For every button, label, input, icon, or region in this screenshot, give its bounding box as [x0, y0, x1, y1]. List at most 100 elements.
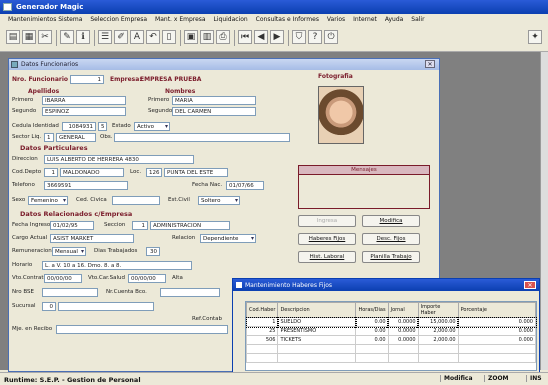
menu-varios[interactable]: Varios [327, 16, 345, 23]
nombre-primero-field[interactable]: MARIA [172, 96, 256, 105]
haberes-fijos-button[interactable]: Haberes Fijos [298, 233, 356, 245]
remuneracion-dropdown[interactable]: Mensual [52, 247, 86, 256]
cell-cod: 25 [245, 326, 279, 336]
apellido-segundo-field[interactable]: ESPINOZ [42, 107, 126, 116]
sexo-label: Sexo [12, 197, 26, 203]
relacion-label: Relacion [172, 235, 196, 241]
dias-trabajados-field[interactable]: 30 [146, 247, 160, 256]
info-icon[interactable]: ℹ [76, 30, 90, 44]
col-cod-haber[interactable]: Cod.Haber [245, 302, 279, 318]
col-porcentaje[interactable]: Porcentaje [457, 302, 537, 318]
localidad-code-field[interactable]: 126 [146, 168, 162, 177]
col-horas-dias[interactable]: Horas/Dias [355, 302, 389, 318]
table-icon[interactable]: ▥ [200, 30, 214, 44]
table-row[interactable]: 25 PRESENTISMO 0.00 0.0000 2,000.00 0.00… [245, 326, 537, 336]
cell-importe: 2,000.00 [417, 326, 459, 336]
nombre-segundo-field[interactable]: DEL CARMEN [172, 107, 256, 116]
side-scrollbar[interactable] [540, 52, 548, 370]
ingresa-button[interactable]: Ingresa [298, 215, 356, 227]
mje-recibo-field[interactable] [56, 325, 228, 334]
list-icon[interactable]: ☰ [98, 30, 112, 44]
menu-ayuda[interactable]: Ayuda [385, 16, 404, 23]
seccion-field[interactable]: ADMINISTRACION [150, 221, 230, 230]
direccion-field[interactable]: LUIS ALBERTO DE HERRERA 4830 [44, 155, 194, 164]
estado-dropdown[interactable]: Activo [134, 122, 170, 131]
table-row[interactable]: 1 SUELDO 0.00 0.0000 15,000.00 0.000 [245, 316, 537, 328]
menu-mant-empresa[interactable]: Mant. x Empresa [155, 16, 206, 23]
obs-field[interactable] [114, 133, 290, 142]
close-icon[interactable]: ✕ [425, 60, 435, 68]
pencil-icon[interactable]: ✐ [114, 30, 128, 44]
haberes-grid[interactable]: Cod.Haber Descripcion Horas/Dias Jornal … [245, 301, 537, 371]
sector-field[interactable]: GENERAL [56, 133, 96, 142]
table-row[interactable]: 506 TICKETS 0.00 0.0000 2,000.00 0.000 [245, 335, 537, 345]
undo-icon[interactable]: ↶ [146, 30, 160, 44]
vto-contrato-field[interactable]: 00/00/00 [44, 274, 82, 283]
shield-icon[interactable]: ⛉ [292, 30, 306, 44]
sucursal-field[interactable]: 0 [42, 302, 56, 311]
cell-horas: 0.00 [355, 335, 389, 345]
nro-bse-field[interactable] [42, 288, 98, 297]
save-icon[interactable]: ▤ [6, 30, 20, 44]
menu-liquidacion[interactable]: Liquidacion [214, 16, 248, 23]
modifica-button[interactable]: Modifica [362, 215, 420, 227]
text-icon[interactable]: A [130, 30, 144, 44]
cargo-field[interactable]: ASIST MARKET [50, 234, 134, 243]
document-icon[interactable]: ▯ [162, 30, 176, 44]
table-row[interactable] [245, 344, 537, 354]
fecha-ingreso-field[interactable]: 01/02/95 [50, 221, 94, 230]
localidad-field[interactable]: PUNTA DEL ESTE [164, 168, 228, 177]
mensajes-title: Mensajes [299, 166, 429, 175]
estado-label: Estado [112, 123, 131, 129]
desc-fijos-button[interactable]: Desc. Fijos [362, 233, 420, 245]
horario-field[interactable]: L. a V. 10 a 16. Dmo. 8. a 8. [42, 261, 192, 270]
exit-icon[interactable]: ⏻ [324, 30, 338, 44]
print-icon[interactable]: ⎙ [216, 30, 230, 44]
sucursal-name-field[interactable] [58, 302, 154, 311]
relacion-dropdown[interactable]: Dependiente [200, 234, 256, 243]
vto-salud-field[interactable]: 00/00/00 [128, 274, 166, 283]
col-importe-haber[interactable]: Importe Haber [417, 302, 459, 318]
cut-icon[interactable]: ✂ [38, 30, 52, 44]
menu-internet[interactable]: Internet [353, 16, 377, 23]
nro-cuenta-field[interactable] [160, 288, 220, 297]
nro-funcionario-field[interactable]: 1 [70, 75, 104, 84]
remuneracion-label: Remuneracion [12, 248, 52, 254]
menu-seleccion-empresa[interactable]: Seleccion Empresa [90, 16, 147, 23]
telefono-field[interactable]: 3669591 [44, 181, 128, 190]
sector-code-field[interactable]: 1 [44, 133, 54, 142]
image-icon[interactable]: ▣ [184, 30, 198, 44]
sexo-dropdown[interactable]: Femenino [28, 196, 68, 205]
first-record-icon[interactable]: ⏮ [238, 30, 252, 44]
coddepto-field[interactable]: MALDONADO [60, 168, 124, 177]
menu-mantenimientos[interactable]: Mantenimientos Sistema [8, 16, 82, 23]
menu-salir[interactable]: Salir [411, 16, 424, 23]
col-descripcion[interactable]: Descripcion [277, 302, 357, 318]
ced-civica-field[interactable] [112, 196, 160, 205]
edit-icon[interactable]: ✎ [60, 30, 74, 44]
empresa-label: Empresa: [110, 76, 142, 83]
planilla-trabajo-button[interactable]: Planilla Trabajo [362, 251, 420, 263]
next-record-icon[interactable]: ▶ [270, 30, 284, 44]
help-icon[interactable]: ? [308, 30, 322, 44]
toolbar-separator [288, 30, 289, 46]
sector-label: Sector Liq. [12, 134, 42, 140]
hist-laboral-button[interactable]: Hist. Laboral [298, 251, 356, 263]
seccion-code-field[interactable]: 1 [132, 221, 148, 230]
coddepto-code-field[interactable]: 1 [44, 168, 58, 177]
toolbar-separator [180, 30, 181, 46]
prev-record-icon[interactable]: ◀ [254, 30, 268, 44]
fecha-nac-field[interactable]: 01/07/66 [226, 181, 264, 190]
apellido-primero-field[interactable]: IBARRA [42, 96, 126, 105]
grid-icon[interactable]: ▦ [22, 30, 36, 44]
est-civil-dropdown[interactable]: Soltero [198, 196, 240, 205]
seccion-label: Seccion [104, 222, 126, 228]
cell-horas: 0.00 [354, 316, 390, 328]
cedula-field[interactable]: 1084931 [62, 122, 96, 131]
cedula-dv-field[interactable]: 5 [98, 122, 107, 131]
table-row[interactable] [245, 353, 537, 363]
datos-particulares-title: Datos Particulares [20, 144, 88, 152]
close-icon[interactable]: ✕ [524, 281, 536, 289]
col-jornal[interactable]: Jornal [387, 302, 419, 318]
menu-consultas[interactable]: Consultas e Informes [256, 16, 319, 23]
